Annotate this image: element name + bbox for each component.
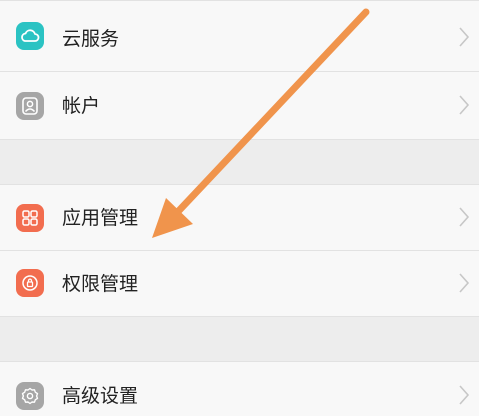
settings-item-label: 帐户 — [62, 95, 101, 117]
section-gap — [0, 140, 479, 184]
chevron-right-icon — [459, 95, 470, 115]
chevron-right-icon — [459, 273, 470, 293]
settings-item-label: 云服务 — [62, 28, 120, 50]
settings-item-label: 高级设置 — [62, 385, 139, 407]
apps-grid-icon — [16, 204, 44, 232]
chevron-right-icon — [459, 207, 470, 227]
chevron-right-icon — [459, 27, 470, 47]
settings-item-permission-management[interactable]: 权限管理 — [0, 251, 479, 316]
section-gap — [0, 317, 479, 361]
gear-icon — [16, 382, 44, 410]
chevron-right-icon — [459, 385, 470, 405]
settings-item-cloud-service[interactable]: 云服务 — [0, 1, 479, 71]
lock-icon — [16, 269, 44, 297]
settings-item-app-management[interactable]: 应用管理 — [0, 185, 479, 250]
settings-item-label: 应用管理 — [62, 207, 139, 229]
cloud-icon — [16, 22, 44, 50]
settings-item-advanced-settings[interactable]: 高级设置 — [0, 362, 479, 416]
settings-screen: 云服务 帐户 应用管理 权限管理 高级设置 — [0, 0, 479, 416]
settings-item-account[interactable]: 帐户 — [0, 72, 479, 139]
settings-item-label: 权限管理 — [62, 273, 139, 295]
person-icon — [16, 92, 44, 120]
